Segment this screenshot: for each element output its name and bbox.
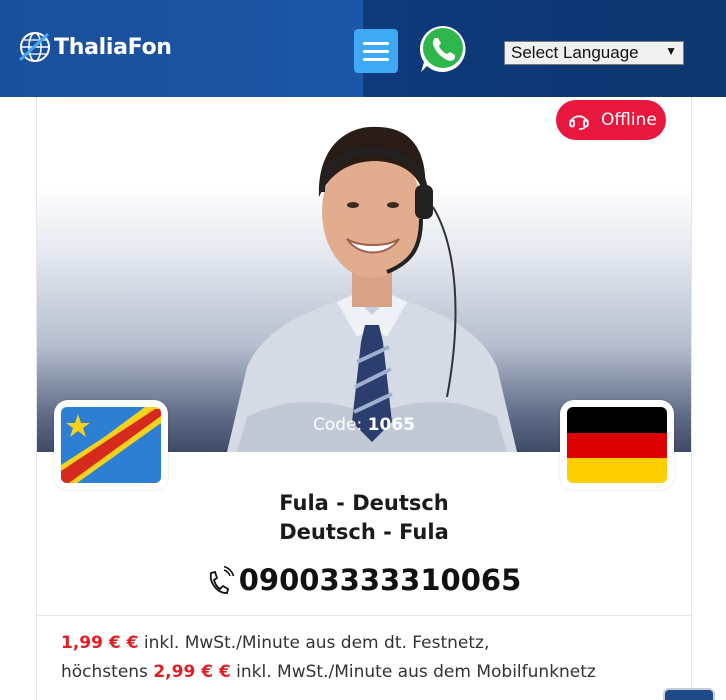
headset-icon — [569, 115, 589, 130]
hamburger-icon-bar — [363, 57, 389, 61]
language-select[interactable]: Select Language ▼ — [504, 41, 684, 65]
mobile-price-prefix: höchstens — [61, 662, 154, 682]
code-label: Code: — [313, 415, 363, 435]
site-header: ThaliaFon Select Language ▼ — [0, 0, 726, 97]
dropdown-arrow-icon: ▼ — [665, 44, 677, 58]
target-flag — [560, 400, 674, 490]
hero-image: Offline Code: 1065 — [37, 97, 691, 452]
thaliafon-logo[interactable]: ThaliaFon — [18, 30, 172, 64]
language-pair-line: Fula - Deutsch — [279, 491, 449, 515]
logo-text: ThaliaFon — [54, 34, 172, 60]
flag-dr-congo-icon — [61, 407, 161, 483]
landline-price: 1,99 € € — [61, 633, 139, 653]
phone-number: 09003333310065 — [238, 563, 522, 597]
globe-logo-icon — [18, 32, 50, 62]
menu-button[interactable] — [354, 29, 398, 73]
price-mobile: höchstens 2,99 € € inkl. MwSt./Minute au… — [61, 662, 596, 682]
offline-status-badge: Offline — [556, 100, 666, 140]
source-flag — [54, 400, 168, 490]
call-agent-photo — [227, 126, 517, 452]
hamburger-icon-bar — [363, 49, 389, 53]
phone-number-link[interactable]: 09003333310065 — [37, 563, 691, 597]
mobile-price-text: inkl. MwSt./Minute aus dem Mobilfunknetz — [230, 662, 596, 682]
status-label: Offline — [601, 110, 657, 130]
scroll-to-top-button[interactable] — [663, 688, 715, 700]
whatsapp-icon[interactable] — [417, 23, 469, 75]
mobile-price: 2,99 € € — [153, 662, 231, 682]
hamburger-icon-bar — [363, 41, 389, 45]
language-select-value: Select Language — [511, 43, 639, 62]
divider — [37, 615, 691, 616]
language-pair-line: Deutsch - Fula — [279, 520, 449, 544]
code-value: 1065 — [367, 415, 415, 435]
phone-ringing-icon — [209, 566, 235, 594]
landline-price-text: inkl. MwSt./Minute aus dem dt. Festnetz, — [138, 633, 490, 653]
price-landline: 1,99 € € inkl. MwSt./Minute aus dem dt. … — [61, 633, 489, 653]
flag-germany-icon — [567, 407, 667, 483]
translator-card: Offline Code: 1065 Fula - Deutsch Deutsc… — [36, 97, 692, 700]
